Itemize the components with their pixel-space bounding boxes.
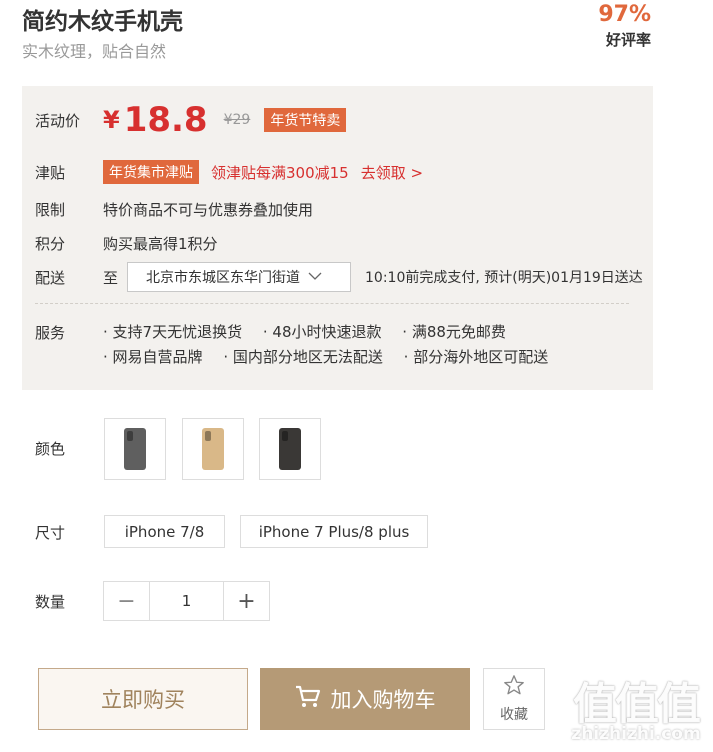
rating-block: 97% 好评率 [598,2,651,50]
color-swatch-gray[interactable] [104,418,166,480]
restriction-label: 限制 [35,201,66,219]
restriction-row: 限制 特价商品不可与优惠券叠加使用 [35,199,313,220]
service-item: · 48小时快速退款 [262,323,382,341]
color-swatch-black[interactable] [259,418,321,480]
service-item: · 部分海外地区可配送 [403,348,549,366]
watermark-url: zhizhizhi.com [571,724,701,744]
promo-tag: 年货节特卖 [264,108,347,132]
phone-case-image [124,428,146,470]
buy-now-button[interactable]: 立即购买 [38,668,248,730]
current-price: 18.8 [123,100,208,140]
color-swatch-wood[interactable] [182,418,244,480]
services-label: 服务 [35,324,66,342]
delivery-to: 至 [103,268,119,287]
services-line-1: · 支持7天无忧退换货 · 48小时快速退款 · 满88元免邮费 [103,320,564,345]
quantity-label: 数量 [35,593,66,611]
points-text: 购买最高得1积分 [103,235,218,253]
star-icon [503,674,525,700]
watermark-logo: 值值值 [573,679,701,730]
restriction-text: 特价商品不可与优惠券叠加使用 [103,201,314,219]
rating-label: 好评率 [605,31,651,49]
site-watermark: 值值值 zhizhizhi.com [562,668,710,744]
favorite-label: 收藏 [500,707,528,723]
favorite-button[interactable]: 收藏 [483,668,545,730]
product-title: 简约木纹手机壳 [22,9,183,35]
delivery-estimate: 10:10前完成支付, 预计(明天)01月19日送达 [365,270,643,286]
address-value: 北京市东城区东华门街道 [146,270,300,286]
size-option-iphone-7-8[interactable]: iPhone 7/8 [104,515,225,548]
service-item: · 国内部分地区无法配送 [223,348,383,366]
points-row: 积分 购买最高得1积分 [35,233,218,254]
quantity-input[interactable]: 1 [149,582,224,620]
services-list: · 支持7天无忧退换货 · 48小时快速退款 · 满88元免邮费 · 网易自营品… [103,320,564,370]
services-row: 服务 · 支持7天无忧退换货 · 48小时快速退款 · 满88元免邮费 · 网易… [35,320,564,370]
price-label: 活动价 [35,111,81,130]
add-to-cart-button[interactable]: 加入购物车 [260,668,470,730]
original-price: ¥29 [223,112,251,128]
delivery-label: 配送 [35,268,66,287]
increase-button[interactable]: + [224,582,269,620]
service-item: · 满88元免邮费 [402,323,506,341]
info-panel: 活动价 ¥ 18.8 ¥29 年货节特卖 津贴 年货集市津贴 领津贴每满300减… [22,86,653,390]
service-item: · 支持7天无忧退换货 [103,323,243,341]
subsidy-row: 津贴 年货集市津贴 领津贴每满300减15 去领取 > [35,160,423,184]
points-label: 积分 [35,235,66,253]
subsidy-text: 领津贴每满300减15 [211,163,349,182]
rating-value: 97% [598,2,651,27]
service-item: · 网易自营品牌 [103,348,203,366]
phone-case-image [202,428,224,470]
subsidy-tag: 年货集市津贴 [103,160,199,184]
currency-symbol: ¥ [103,106,120,134]
phone-case-image [279,428,301,470]
cart-icon [295,685,331,714]
delivery-row: 配送 至 北京市东城区东华门街道 10:10前完成支付, 预计(明天)01月19… [35,262,643,292]
address-select[interactable]: 北京市东城区东华门街道 [127,262,351,292]
services-line-2: · 网易自营品牌 · 国内部分地区无法配送 · 部分海外地区可配送 [103,345,564,370]
color-label: 颜色 [35,440,66,458]
quantity-stepper: − 1 + [103,581,270,621]
product-subtitle: 实木纹理，贴合自然 [22,42,167,61]
info-divider [35,303,629,304]
claim-subsidy-link[interactable]: 去领取 > [361,162,423,183]
subsidy-label: 津贴 [35,163,66,182]
chevron-down-icon [308,270,322,285]
size-option-iphone-7-plus[interactable]: iPhone 7 Plus/8 plus [240,515,428,548]
add-to-cart-label: 加入购物车 [330,688,436,712]
decrease-button[interactable]: − [104,582,149,620]
size-label: 尺寸 [35,524,66,542]
price-row: 活动价 ¥ 18.8 ¥29 年货节特卖 [35,100,347,140]
